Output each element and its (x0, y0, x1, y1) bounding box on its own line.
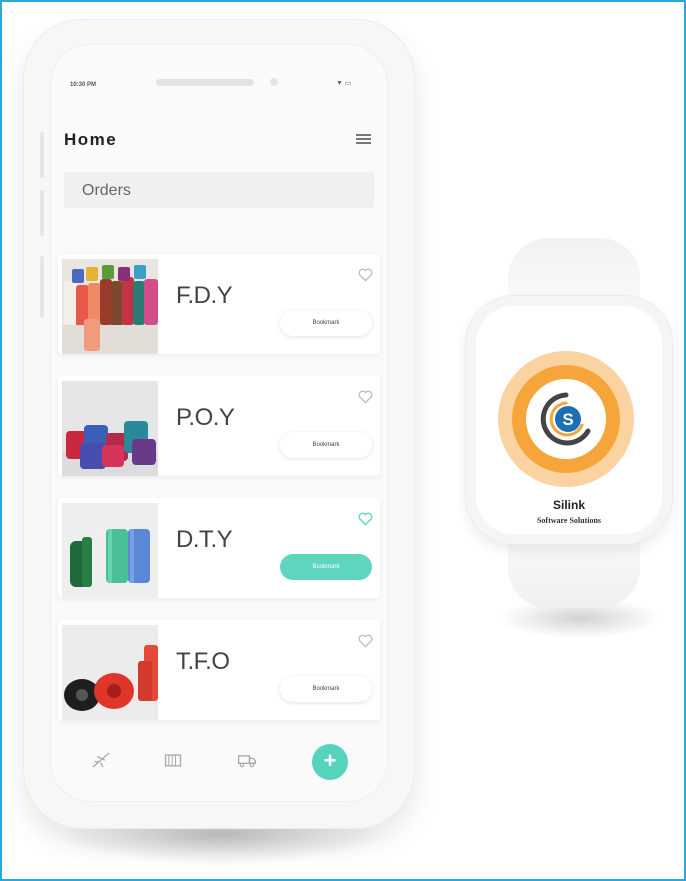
svg-text:S: S (562, 410, 573, 429)
battery-icon: ▭ (344, 80, 352, 87)
bookmark-button[interactable]: Bookmark (280, 432, 372, 458)
yarn-spools-image (62, 503, 158, 598)
phone-screen: 10:30 PM ▼ ▭ Home Orders F.D.Y Bookmark … (50, 44, 388, 802)
silink-s-icon: S (540, 392, 591, 446)
product-title: T.F.O (176, 648, 230, 675)
heart-icon[interactable] (358, 634, 373, 648)
hamburger-menu-icon[interactable] (356, 134, 371, 146)
add-button[interactable]: + (312, 744, 348, 780)
brand-tagline: Software Solutions (536, 516, 602, 525)
phone-mockup: 10:30 PM ▼ ▭ Home Orders F.D.Y Bookmark … (24, 20, 414, 828)
yarn-spools-image (62, 381, 158, 476)
heart-icon[interactable] (358, 390, 373, 404)
page-title: Home (64, 130, 118, 149)
shipping-container-icon[interactable] (162, 750, 184, 770)
status-icons: ▼ ▭ (336, 79, 352, 87)
bookmark-button[interactable]: Bookmark (280, 310, 372, 336)
product-card-dty[interactable]: D.T.Y Bookmark (58, 498, 380, 598)
bookmark-button[interactable]: Bookmark (280, 554, 372, 580)
brand-name: Silink (552, 498, 585, 512)
bookmark-button[interactable]: Bookmark (280, 676, 372, 702)
orders-label: Orders (82, 182, 131, 199)
product-card-tfo[interactable]: T.F.O Bookmark (58, 620, 380, 720)
notch-camera (270, 78, 278, 86)
status-time: 10:30 PM (70, 82, 97, 88)
product-title: P.O.Y (176, 404, 235, 431)
product-title: F.D.Y (176, 282, 233, 309)
yarn-spools-image (62, 625, 158, 720)
watch-screen: S Silink Software Solutions (476, 306, 662, 534)
truck-icon[interactable] (236, 750, 258, 770)
plus-icon: + (323, 748, 337, 773)
wifi-icon: ▼ (336, 80, 343, 87)
heart-icon[interactable] (358, 512, 373, 526)
silink-logo: S (498, 351, 634, 487)
phone-side-button (40, 190, 44, 236)
smartwatch-mockup: S Silink Software Solutions (466, 296, 672, 544)
product-card-poy[interactable]: P.O.Y Bookmark (58, 376, 380, 476)
product-card-fdy[interactable]: F.D.Y Bookmark (58, 254, 380, 354)
notch-speaker (156, 79, 254, 86)
yarn-spools-image (62, 259, 158, 354)
heart-icon[interactable] (358, 268, 373, 282)
airplane-icon[interactable] (90, 750, 112, 770)
phone-side-button (40, 256, 44, 318)
phone-side-button (40, 132, 44, 178)
orders-tab[interactable]: Orders (64, 172, 374, 208)
bottom-nav: + (50, 734, 388, 794)
product-title: D.T.Y (176, 526, 233, 553)
